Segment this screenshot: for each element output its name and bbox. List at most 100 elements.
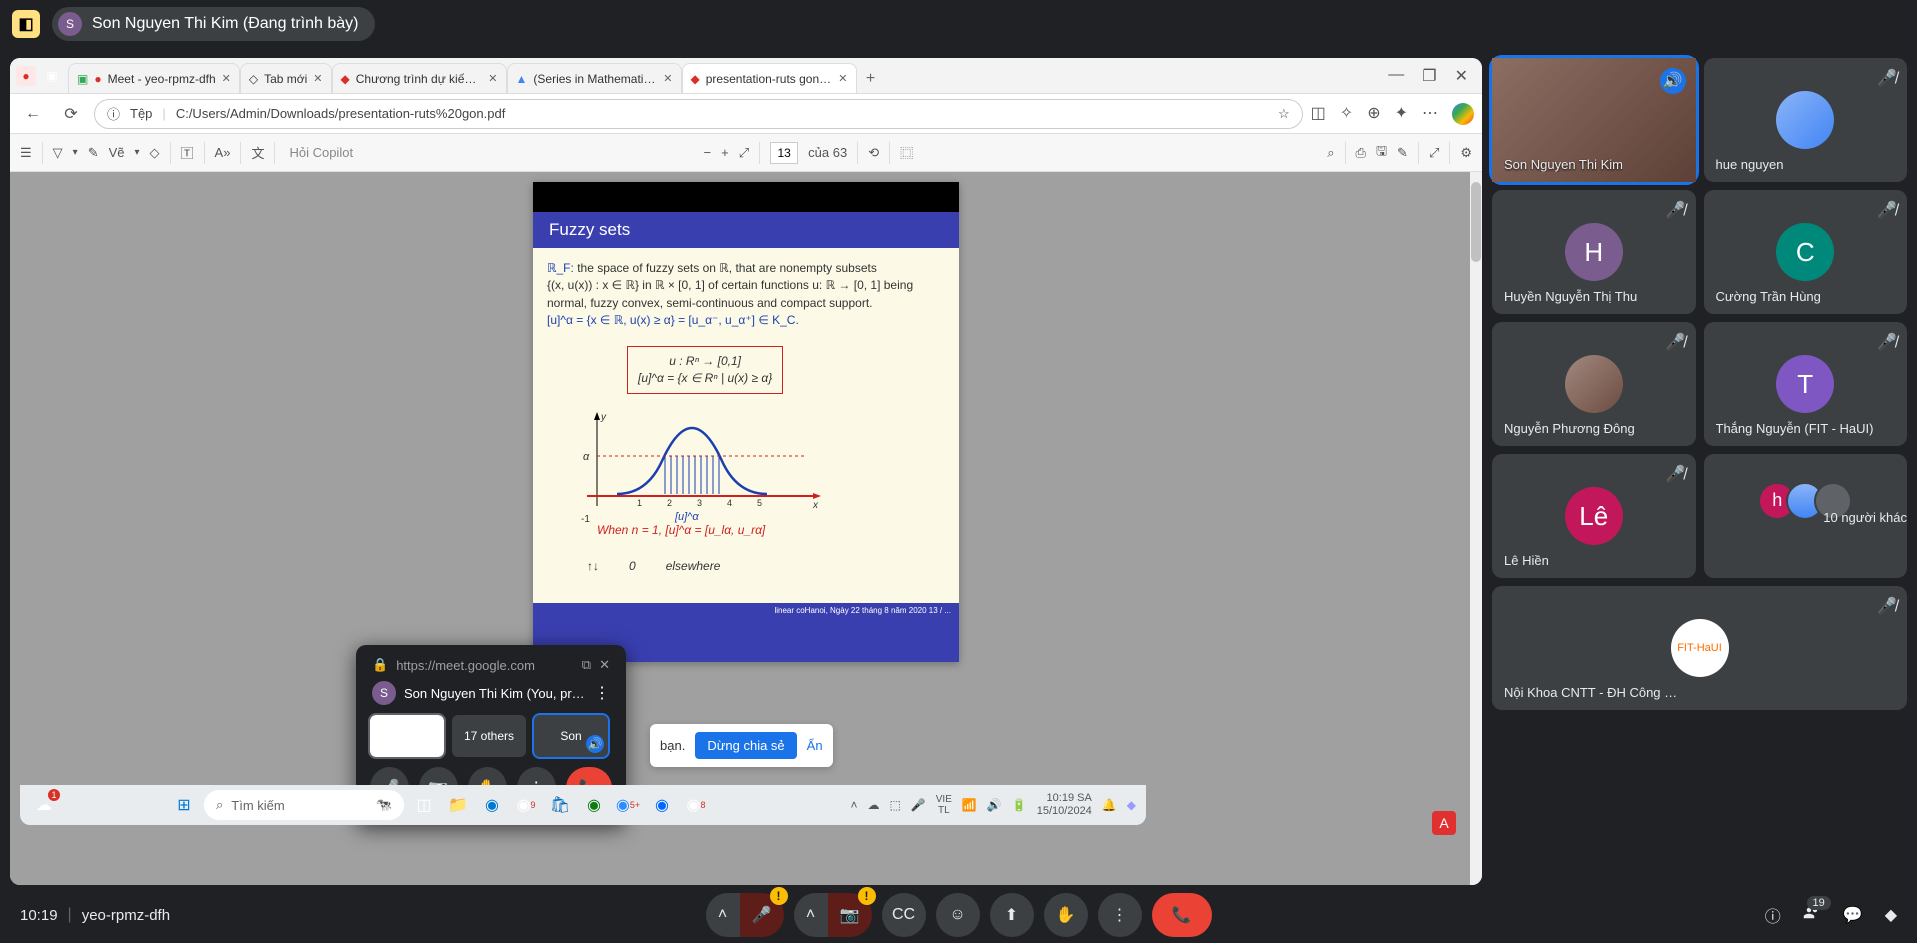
fit-width-icon[interactable]: ⤢ xyxy=(739,145,749,161)
read-aloud-icon[interactable]: A» xyxy=(215,145,231,160)
mic-tray-icon[interactable]: 🎤 xyxy=(911,798,926,812)
participant-tile-cuong[interactable]: C 🎤̸ Cường Trần Hùng xyxy=(1704,190,1908,314)
end-call-button[interactable]: 📞 xyxy=(1152,893,1212,937)
taskbar-clock[interactable]: 10:19 SA15/10/2024 xyxy=(1037,792,1092,818)
minimize-icon[interactable]: — xyxy=(1388,66,1404,86)
chevron-down-icon[interactable]: ▾ xyxy=(73,147,78,158)
zoom-out-icon[interactable]: − xyxy=(704,145,712,160)
new-tab-button[interactable]: + xyxy=(857,65,885,93)
more-options-button[interactable]: ⋮ xyxy=(1098,893,1142,937)
language-icon[interactable]: ⬚ xyxy=(889,798,900,812)
chevron-down-icon[interactable]: ▾ xyxy=(135,147,140,158)
url-input[interactable]: ⓘ Tệp | C:/Users/Admin/Downloads/present… xyxy=(94,99,1303,129)
hide-button[interactable]: Ẩn xyxy=(807,738,823,753)
activities-icon[interactable]: ◆ xyxy=(1885,905,1897,925)
store-icon[interactable]: 🛍 xyxy=(546,791,574,819)
camera-options-button[interactable]: ˄ xyxy=(794,893,828,937)
chrome2-icon[interactable]: ◉8 xyxy=(682,791,710,819)
refresh-icon[interactable]: ⟳ xyxy=(56,99,86,129)
draw-icon[interactable]: ✎ xyxy=(88,145,99,161)
page-number-input[interactable] xyxy=(770,142,798,164)
mic-options-button[interactable]: ˄ xyxy=(706,893,740,937)
zoom-icon[interactable]: ◉5+ xyxy=(614,791,642,819)
search-icon[interactable]: ⌕ xyxy=(1327,145,1334,161)
favorite-icon[interactable]: ☆ xyxy=(1278,106,1290,122)
text-icon[interactable]: 🅃 xyxy=(181,143,194,162)
taskview-icon[interactable]: ◫ xyxy=(410,791,438,819)
notifications-icon[interactable]: 🔔 xyxy=(1102,798,1117,812)
contents-icon[interactable]: ☰ xyxy=(20,145,32,161)
volume-icon[interactable]: 🔊 xyxy=(987,798,1002,812)
maximize-icon[interactable]: ❐ xyxy=(1422,66,1436,86)
chrome-icon[interactable]: ◉9 xyxy=(512,791,540,819)
people-button[interactable]: 19 xyxy=(1803,904,1821,927)
explorer-icon[interactable]: 📁 xyxy=(444,791,472,819)
taskbar-search[interactable]: ⌕ Tìm kiếm 🐄 xyxy=(204,790,404,820)
battery-icon[interactable]: 🔋 xyxy=(1012,798,1027,812)
pdf-viewport[interactable]: Fuzzy sets ℝ_F: the space of fuzzy sets … xyxy=(10,172,1482,885)
workspaces-icon[interactable]: ▣ xyxy=(42,66,62,86)
pip-thumb-speaker[interactable]: Son 🔊 xyxy=(534,715,608,757)
tab-pdf1[interactable]: ◆Chương trình dự kiến Hội...✕ xyxy=(332,63,507,93)
rotate-icon[interactable]: ⟲ xyxy=(868,145,879,161)
participant-tile-son[interactable]: 🔊 Son Nguyen Thi Kim xyxy=(1492,58,1696,182)
favorites-icon[interactable]: ✧ xyxy=(1340,103,1353,125)
menu-icon[interactable]: ⋯ xyxy=(1422,103,1438,125)
weather-icon[interactable]: ☁1 xyxy=(30,791,58,819)
pip-close-icon[interactable]: ✕ xyxy=(599,657,610,673)
zalo-icon[interactable]: ◉ xyxy=(648,791,676,819)
raise-hand-button[interactable]: ✋ xyxy=(1044,893,1088,937)
captions-button[interactable]: CC xyxy=(882,893,926,937)
reactions-button[interactable]: ☺ xyxy=(936,893,980,937)
extensions-icon[interactable]: ✦ xyxy=(1395,103,1408,125)
page-view-icon[interactable]: ⿴ xyxy=(900,143,913,162)
close-icon[interactable]: ✕ xyxy=(838,72,847,85)
present-button[interactable]: ⬆ xyxy=(990,893,1034,937)
chat-icon[interactable]: 💬 xyxy=(1843,905,1863,925)
close-icon[interactable]: ✕ xyxy=(313,72,322,85)
tab-meet[interactable]: ▣●Meet - yeo-rpmz-dfh✕ xyxy=(68,63,240,93)
print-icon[interactable]: ⎙ xyxy=(1356,145,1366,161)
premiere-icon[interactable]: ◆ xyxy=(1127,798,1136,812)
tab-presentation-active[interactable]: ◆presentation-ruts gon.pd...✕ xyxy=(682,63,857,93)
pip-more-icon[interactable]: ⋮ xyxy=(594,683,610,703)
translate-icon[interactable]: 文 xyxy=(251,143,264,162)
close-window-icon[interactable]: ✕ xyxy=(1455,66,1468,86)
camera-toggle-button[interactable]: 📷! xyxy=(828,893,872,937)
participant-tile-huyen[interactable]: H 🎤̸ Huyền Nguyễn Thị Thu xyxy=(1492,190,1696,314)
participant-tile-others[interactable]: h 10 người khác xyxy=(1704,454,1908,578)
copilot-input[interactable]: Hỏi Copilot xyxy=(289,145,489,160)
xbox-icon[interactable]: ◉ xyxy=(580,791,608,819)
participant-tile-noikhoa[interactable]: FIT-HaUI 🎤̸ Nội Khoa CNTT - ĐH Công ng..… xyxy=(1492,586,1907,710)
participant-tile-hue[interactable]: 🎤̸ hue nguyen xyxy=(1704,58,1908,182)
settings-icon[interactable]: ⚙ xyxy=(1460,145,1472,161)
highlight-icon[interactable]: ▽ xyxy=(53,145,63,161)
mic-toggle-button[interactable]: 🎤! xyxy=(740,893,784,937)
back-icon[interactable]: ← xyxy=(18,99,48,129)
wifi-icon[interactable]: 📶 xyxy=(962,798,977,812)
pip-thumb-screen[interactable] xyxy=(370,715,444,757)
save-as-icon[interactable]: ✎ xyxy=(1397,145,1408,161)
close-icon[interactable]: ✕ xyxy=(663,72,672,85)
presenter-badge[interactable]: S Son Nguyen Thi Kim (Đang trình bày) xyxy=(52,7,375,41)
start-icon[interactable]: ⊞ xyxy=(170,791,198,819)
tab-drive[interactable]: ▲(Series in Mathematical A...✕ xyxy=(507,63,682,93)
acrobat-icon[interactable]: A xyxy=(1432,811,1456,835)
meeting-info-icon[interactable]: ⓘ xyxy=(1765,903,1781,927)
participant-tile-dong[interactable]: 🎤̸ Nguyễn Phương Đông xyxy=(1492,322,1696,446)
participant-tile-lehien[interactable]: Lê 🎤̸ Lê Hiền xyxy=(1492,454,1696,578)
edge-icon[interactable]: ◉ xyxy=(478,791,506,819)
participant-tile-thang[interactable]: T 🎤̸ Thắng Nguyễn (FIT - HaUI) xyxy=(1704,322,1908,446)
copilot-icon[interactable] xyxy=(1452,103,1474,125)
tab-new[interactable]: ◇Tab mới✕ xyxy=(240,63,332,93)
fullscreen-icon[interactable]: ⤢ xyxy=(1429,145,1439,161)
onedrive-icon[interactable]: ☁ xyxy=(867,798,879,812)
save-icon[interactable]: 🖫 xyxy=(1376,142,1387,164)
erase-icon[interactable]: ◇ xyxy=(150,145,160,161)
pdf-scrollbar[interactable] xyxy=(1470,172,1482,885)
split-screen-icon[interactable]: ◫ xyxy=(1311,103,1326,125)
pip-thumb-others[interactable]: 17 others xyxy=(452,715,526,757)
tray-chevron-icon[interactable]: ˄ xyxy=(850,798,857,812)
pip-pop-out-icon[interactable]: ⧉ xyxy=(582,657,591,673)
zoom-in-icon[interactable]: + xyxy=(721,145,729,160)
